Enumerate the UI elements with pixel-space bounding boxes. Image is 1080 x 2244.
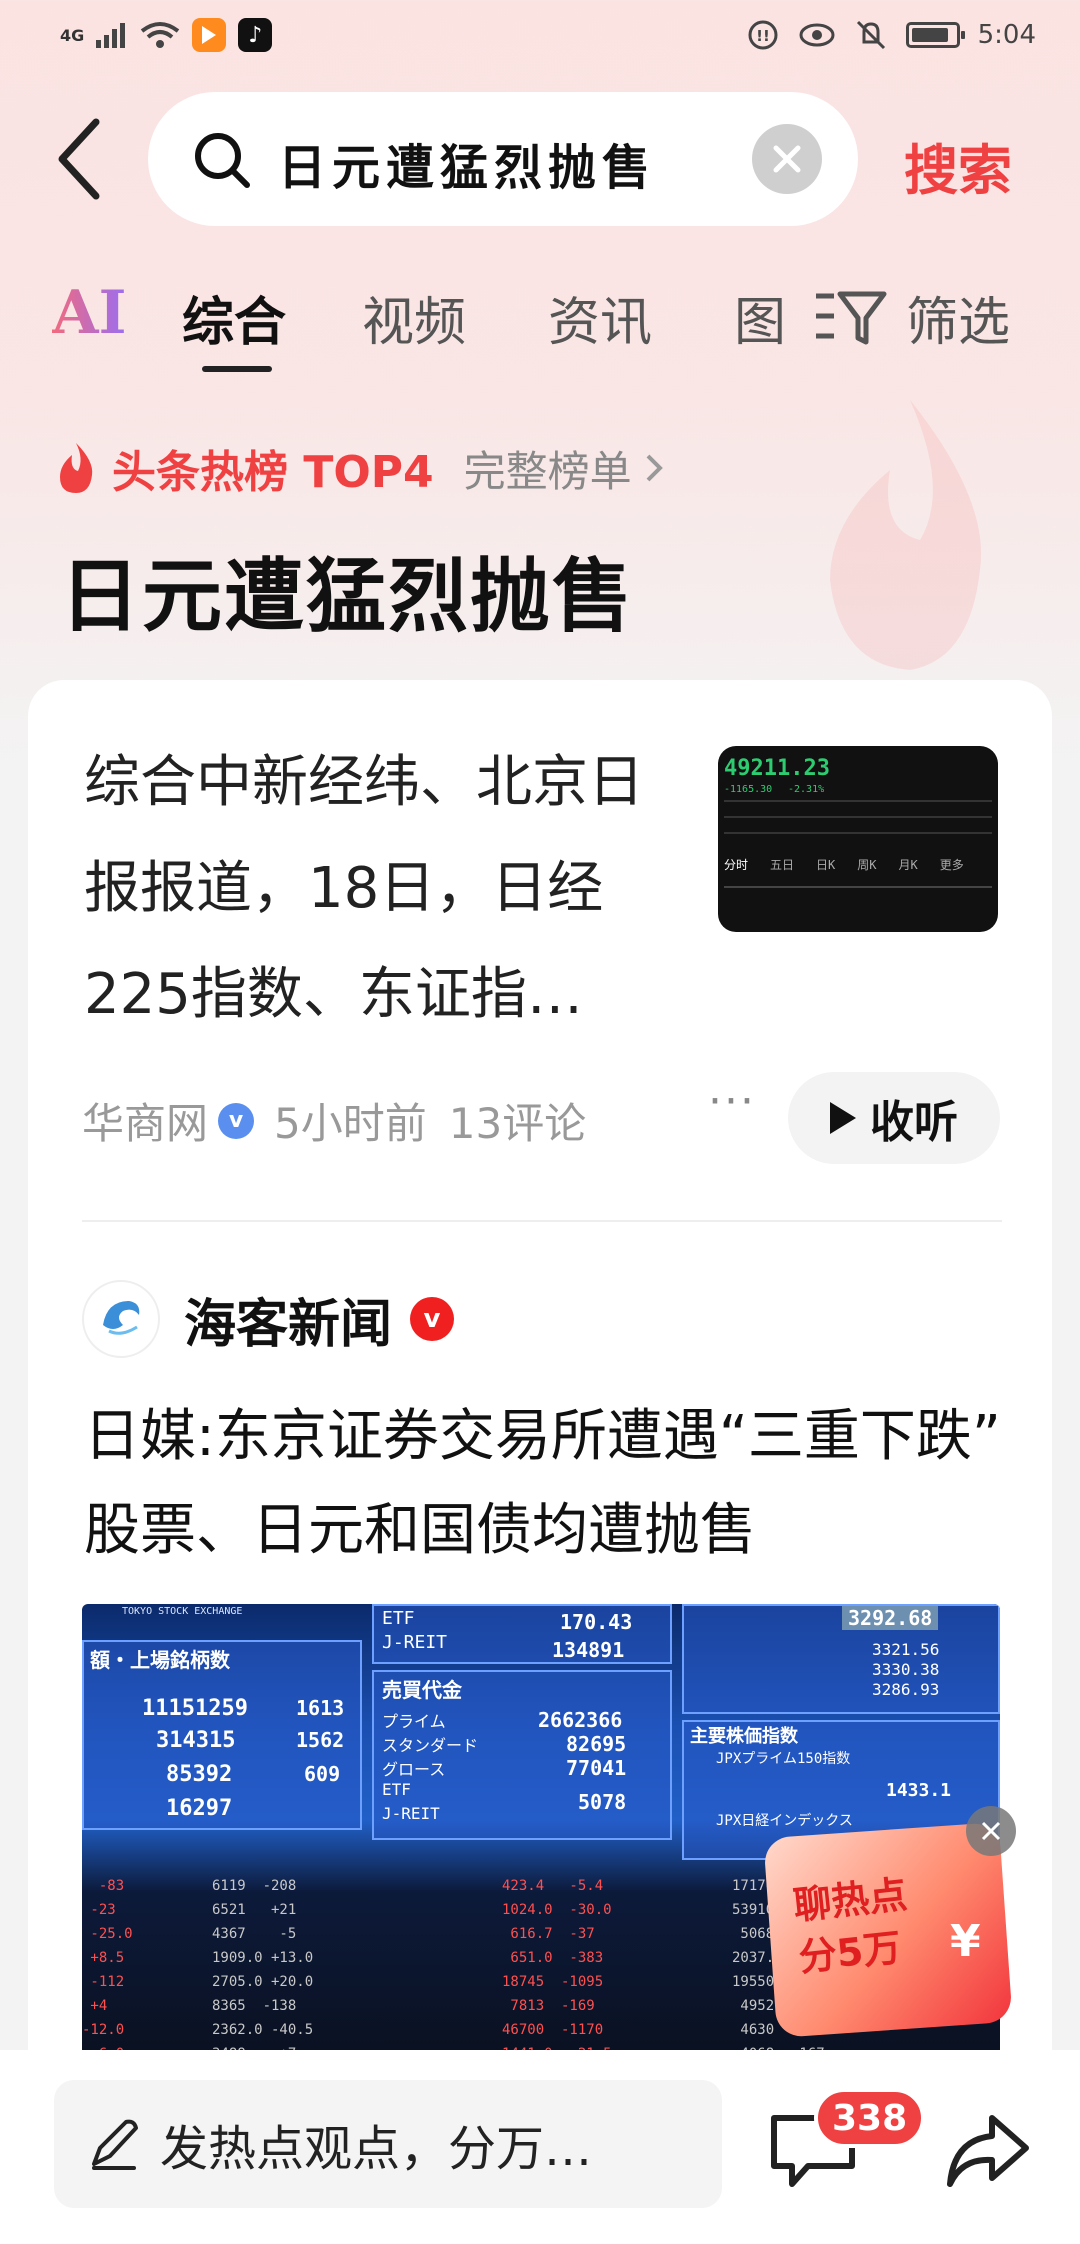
article-comments: 13评论: [448, 1099, 587, 1148]
pen-icon: [92, 2119, 138, 2170]
thumb-tabs: 分时 五日 日K 周K 月K 更多: [724, 858, 964, 872]
article-time: 5小时前: [274, 1099, 427, 1148]
tab-news[interactable]: 资讯: [548, 280, 652, 355]
hot-topic-title: 日元遭猛烈抛售: [60, 550, 634, 643]
network-indicator: 4G: [60, 25, 85, 45]
search-tabs: AI 综合 视频 资讯 图 筛选: [0, 270, 1080, 380]
listen-button[interactable]: 收听: [788, 1072, 1000, 1164]
hot-rank-banner[interactable]: 头条热榜 TOP4 完整榜单: [54, 436, 666, 500]
close-icon: [773, 145, 801, 173]
signal-icon: [96, 23, 126, 48]
video-app-icon: [192, 18, 227, 52]
comment-placeholder: 发热点观点，分万…: [160, 2121, 593, 2177]
divider: [82, 1220, 1002, 1222]
tiktok-app-icon: ♪: [238, 18, 273, 52]
promo-close-button[interactable]: [966, 1806, 1016, 1856]
ticker-wall-right: 423.4 -5.4 1024.0 -30.0 616.7 -37 651.0 …: [502, 1878, 612, 2062]
clear-search-button[interactable]: [752, 124, 822, 194]
search-input[interactable]: 日元遭猛烈抛售: [148, 92, 858, 226]
verified-badge-icon: v: [218, 1102, 255, 1139]
bottom-bar: 发热点观点，分万… 338: [0, 2050, 1080, 2244]
svg-text:!!: !!: [756, 27, 770, 45]
eye-comfort-icon: [799, 23, 835, 47]
active-tab-indicator: [202, 366, 272, 372]
comment-count-badge: 338: [814, 2088, 926, 2148]
source-avatar[interactable]: [82, 1280, 160, 1358]
comment-input[interactable]: 发热点观点，分万…: [54, 2080, 722, 2208]
data-saver-icon: !!: [748, 20, 778, 50]
status-right: !! 5:04: [746, 18, 1036, 52]
thumb-change: -1165.30: [724, 784, 773, 795]
source-row[interactable]: 海客新闻 v: [82, 1280, 455, 1358]
article-meta: 华商网 v 5小时前 13评论: [82, 1090, 586, 1151]
article-title[interactable]: 日媒:东京证券交易所遭遇“三重下跌” 股票、日元和国债均遭抛售: [84, 1390, 1004, 1578]
promo-text: 聊热点 分5万: [791, 1872, 910, 1980]
status-left: 4G ♪: [60, 18, 273, 52]
article-source[interactable]: 华商网: [82, 1090, 208, 1151]
search-button[interactable]: 搜索: [904, 126, 1012, 205]
haike-logo-icon: [103, 1301, 140, 1335]
filter-icon[interactable]: [814, 286, 888, 348]
tab-video[interactable]: 视频: [362, 280, 466, 355]
flame-icon: [60, 443, 93, 493]
tab-comprehensive[interactable]: 综合: [182, 280, 286, 355]
more-options-icon[interactable]: ···: [708, 1076, 756, 1127]
close-icon: [981, 1821, 1001, 1841]
promo-float[interactable]: 聊热点 分5万 ¥: [763, 1806, 1020, 2038]
stock-chart-thumbnail[interactable]: 49211.23 -1165.30 -2.31% 分时 五日 日K 周K 月K …: [718, 746, 998, 932]
tab-filter[interactable]: 筛选: [906, 280, 1010, 355]
tab-ai[interactable]: AI: [52, 278, 127, 348]
back-arrow-icon[interactable]: [52, 114, 112, 204]
status-bar: 4G ♪ !! 5:04: [0, 0, 1080, 72]
source-name[interactable]: 海客新闻: [184, 1282, 392, 1357]
mute-icon: [856, 20, 885, 50]
battery-icon: [905, 22, 965, 48]
hot-rank-label: 头条热榜 TOP4: [112, 447, 434, 498]
verified-red-badge-icon: v: [410, 1297, 455, 1341]
tab-images[interactable]: 图: [734, 280, 786, 355]
status-time: 5:04: [977, 20, 1036, 50]
article-summary[interactable]: 综合中新经纬、北京日报报道，18日，日经225指数、东证指…: [84, 730, 684, 1048]
background-flame-decoration: [830, 400, 982, 670]
chevron-right-icon: [646, 454, 663, 482]
search-icon: [195, 133, 250, 188]
thumb-price: 49211.23: [724, 756, 830, 781]
play-icon: [830, 1102, 856, 1134]
yen-icon: ¥: [950, 1916, 981, 1967]
wifi-icon: [141, 22, 180, 48]
search-query[interactable]: 日元遭猛烈抛售: [278, 128, 656, 198]
listen-label: 收听: [870, 1097, 958, 1148]
thumb-change-pct: -2.31%: [788, 784, 825, 795]
share-icon[interactable]: [946, 2108, 1030, 2192]
full-list-link[interactable]: 完整榜单: [464, 438, 632, 499]
